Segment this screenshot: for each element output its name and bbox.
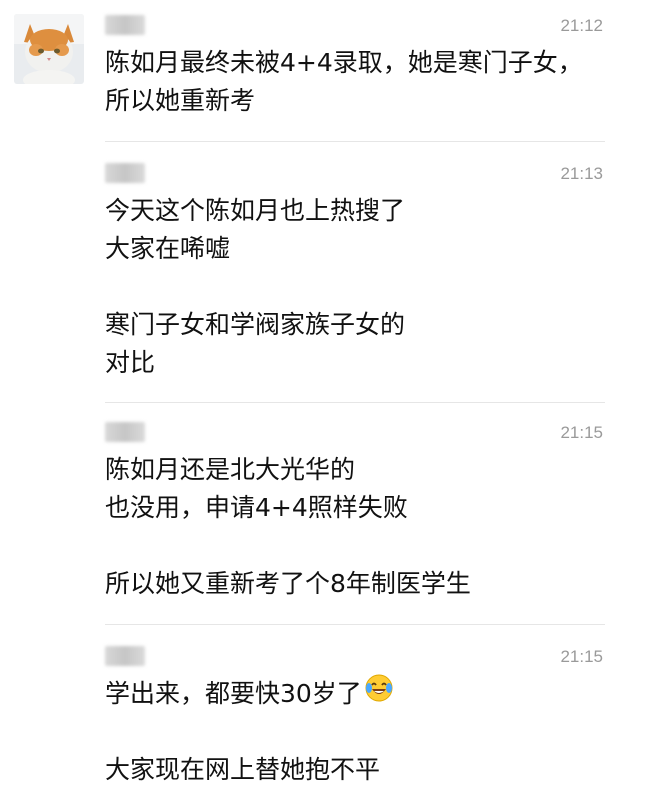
message-line: 寒门子女和学阀家族子女的 bbox=[105, 310, 406, 339]
message-body: 陈如月最终未被4+4录取，她是寒门子女， 所以她重新考 bbox=[105, 44, 605, 120]
message-time: 21:13 bbox=[560, 164, 603, 183]
message-time: 21:15 bbox=[560, 647, 603, 666]
message-header: 21:15 bbox=[105, 417, 605, 451]
message-line: 所以她又重新考了个8年制医学生 bbox=[105, 569, 471, 598]
message-time: 21:12 bbox=[560, 16, 603, 35]
message-line: 今天这个陈如月也上热搜了 bbox=[105, 196, 406, 225]
sender-name-blurred[interactable] bbox=[105, 15, 145, 35]
divider bbox=[105, 402, 605, 403]
chat-message: 21:13 今天这个陈如月也上热搜了 大家在唏嘘 寒门子女和学阀家族子女的 对比 bbox=[105, 158, 605, 382]
message-time: 21:15 bbox=[560, 423, 603, 442]
chat-message: 21:15 学出来，都要快30岁了 大家现在网上替她抱不平 bbox=[105, 641, 605, 789]
message-header: 21:13 bbox=[105, 158, 605, 192]
message-body: 今天这个陈如月也上热搜了 大家在唏嘘 寒门子女和学阀家族子女的 对比 bbox=[105, 192, 605, 382]
sender-name-blurred[interactable] bbox=[105, 422, 145, 442]
message-line: 所以她重新考 bbox=[105, 86, 256, 115]
message-line: 大家现在网上替她抱不平 bbox=[105, 755, 381, 784]
message-line: 大家在唏嘘 bbox=[105, 234, 231, 263]
divider bbox=[105, 624, 605, 625]
cat-avatar-image bbox=[14, 14, 84, 84]
message-line: 陈如月还是北大光华的 bbox=[105, 455, 356, 484]
message-line: 陈如月最终未被4+4录取，她是寒门子女， bbox=[105, 48, 583, 77]
sender-name-blurred[interactable] bbox=[105, 646, 145, 666]
message-line: 对比 bbox=[105, 348, 156, 377]
message-body: 陈如月还是北大光华的 也没用，申请4+4照样失败 所以她又重新考了个8年制医学生 bbox=[105, 451, 605, 603]
message-line: 学出来，都要快30岁了 bbox=[105, 673, 605, 714]
message-header: 21:12 bbox=[105, 10, 605, 44]
divider bbox=[105, 141, 605, 142]
chat-message: 21:12 陈如月最终未被4+4录取，她是寒门子女， 所以她重新考 bbox=[105, 10, 605, 120]
message-body: 学出来，都要快30岁了 大家现在网上替她抱不平 bbox=[105, 673, 605, 789]
crying-laughing-emoji-icon bbox=[364, 673, 394, 714]
message-line-text: 学出来，都要快30岁了 bbox=[105, 679, 362, 708]
chat-message: 21:15 陈如月还是北大光华的 也没用，申请4+4照样失败 所以她又重新考了个… bbox=[105, 417, 605, 603]
message-header: 21:15 bbox=[105, 641, 605, 675]
message-line: 也没用，申请4+4照样失败 bbox=[105, 493, 408, 522]
sender-name-blurred[interactable] bbox=[105, 163, 145, 183]
avatar[interactable] bbox=[14, 14, 84, 84]
